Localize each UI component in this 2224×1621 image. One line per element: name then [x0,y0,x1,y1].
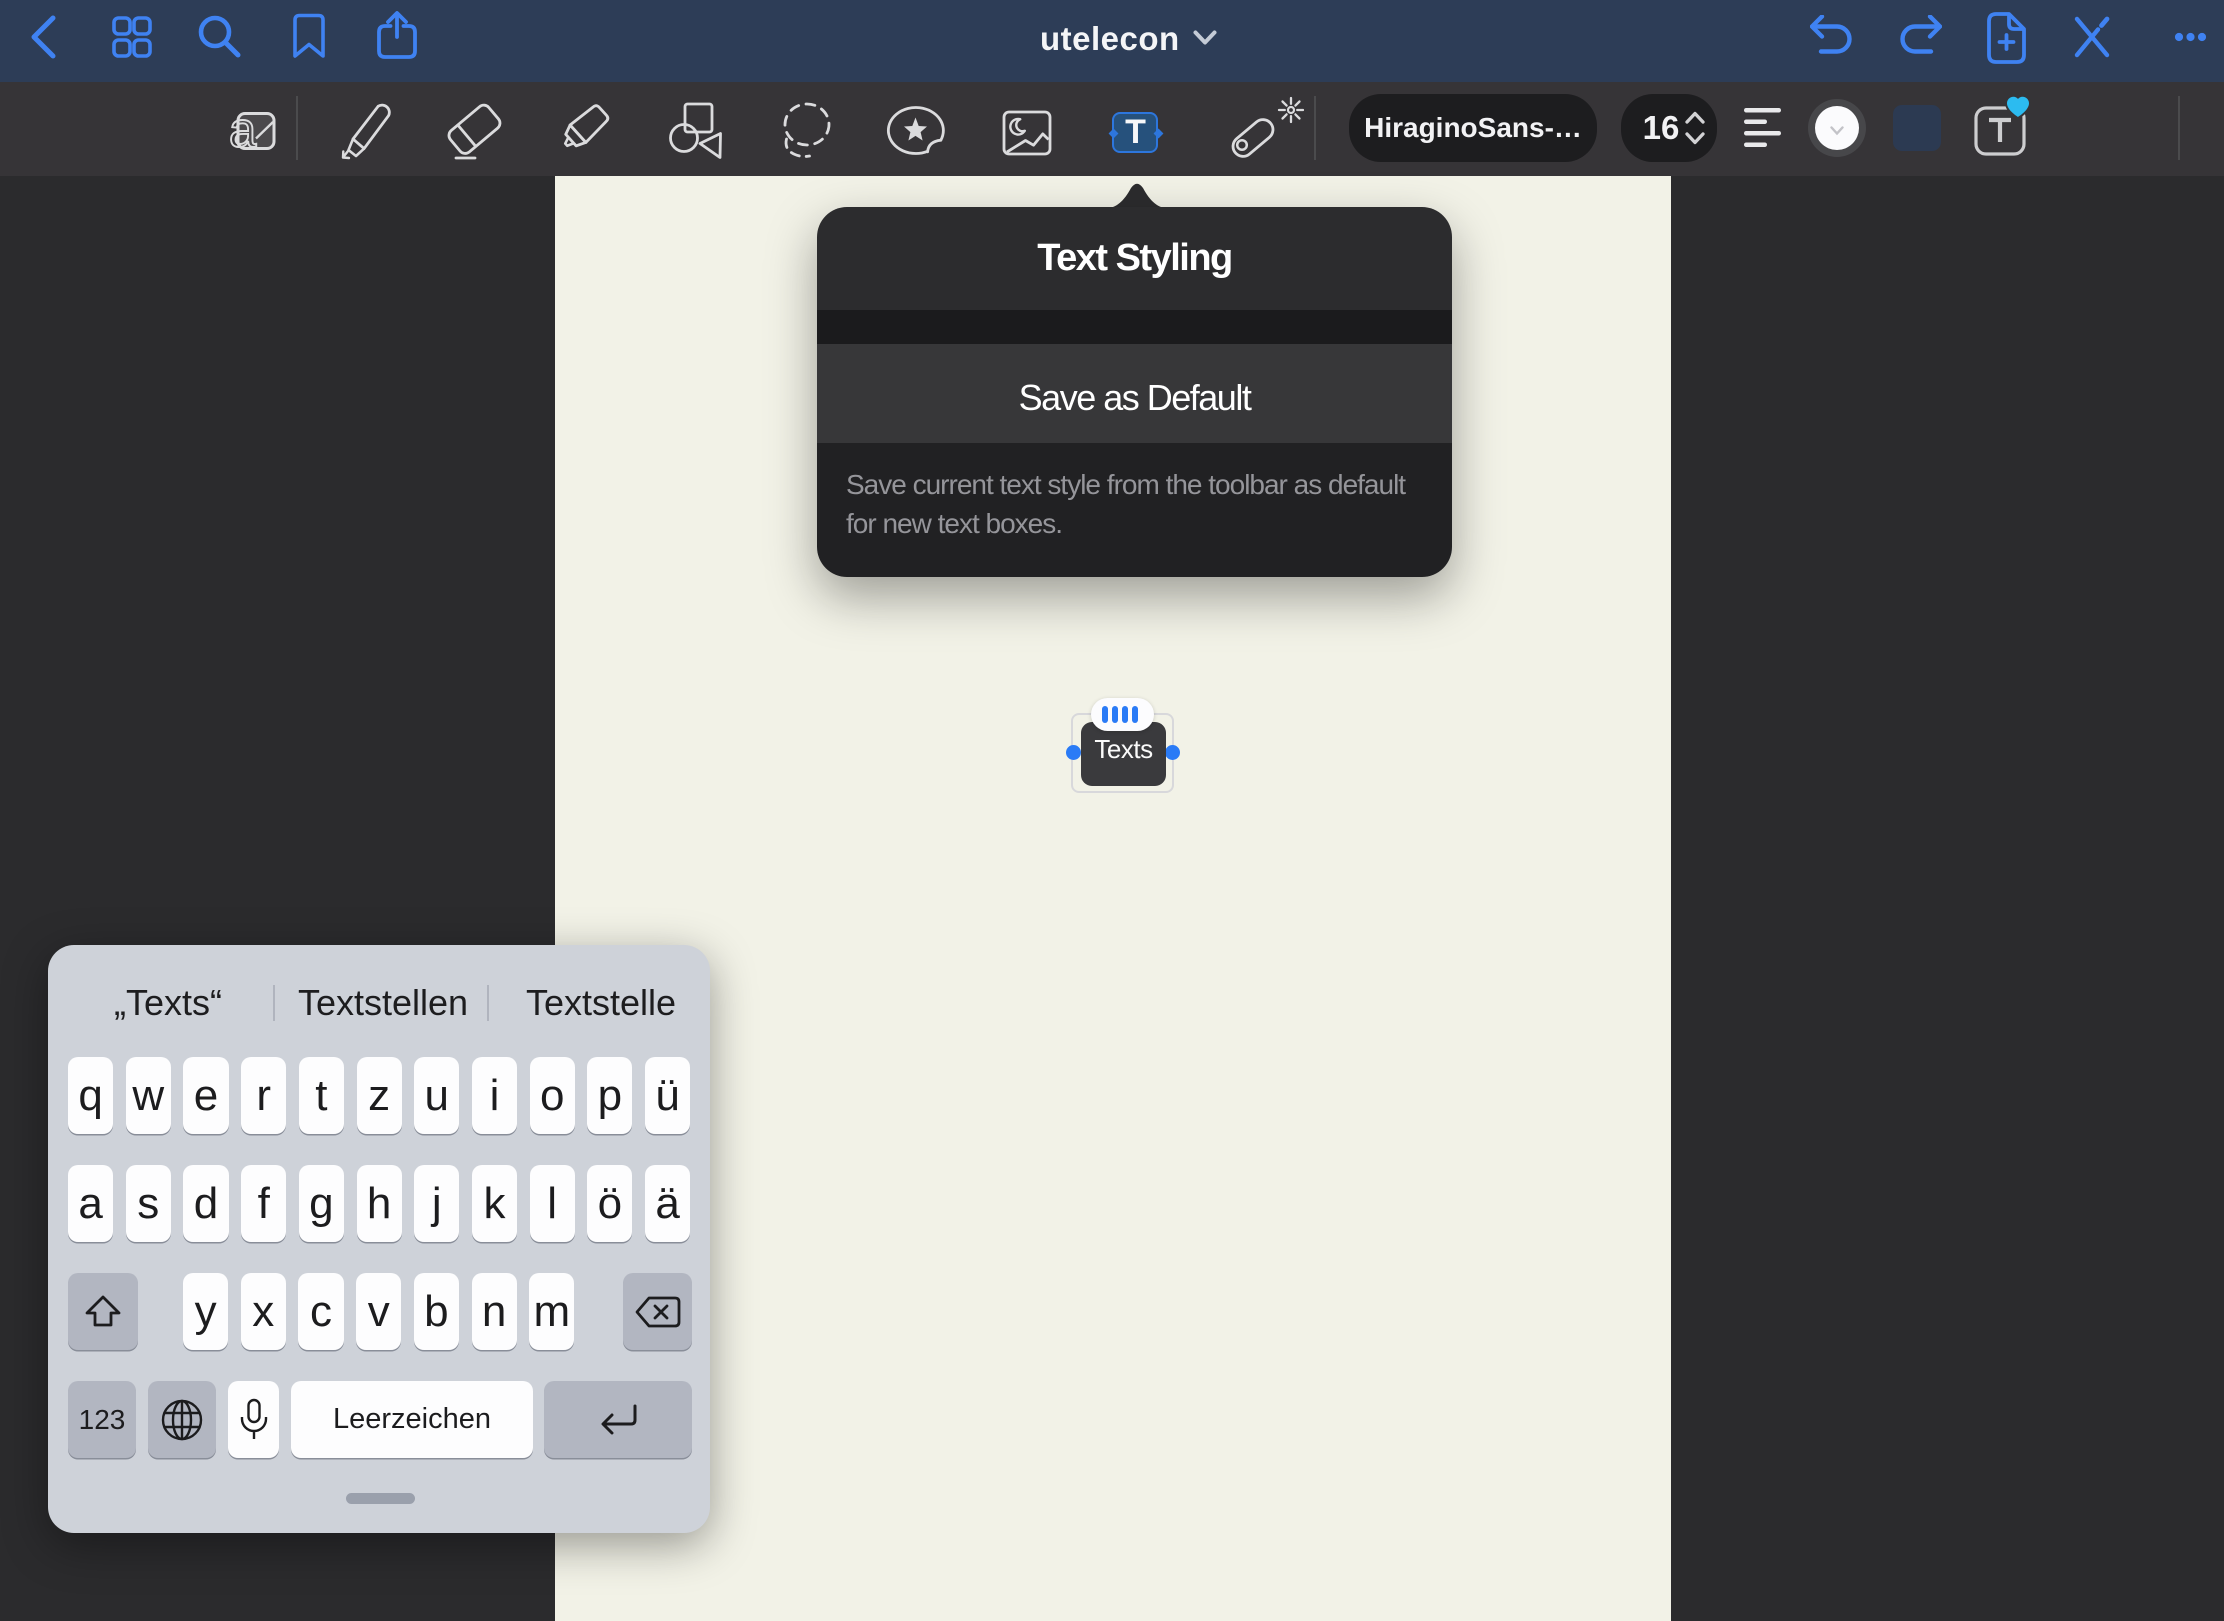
svg-text:a: a [229,104,257,158]
